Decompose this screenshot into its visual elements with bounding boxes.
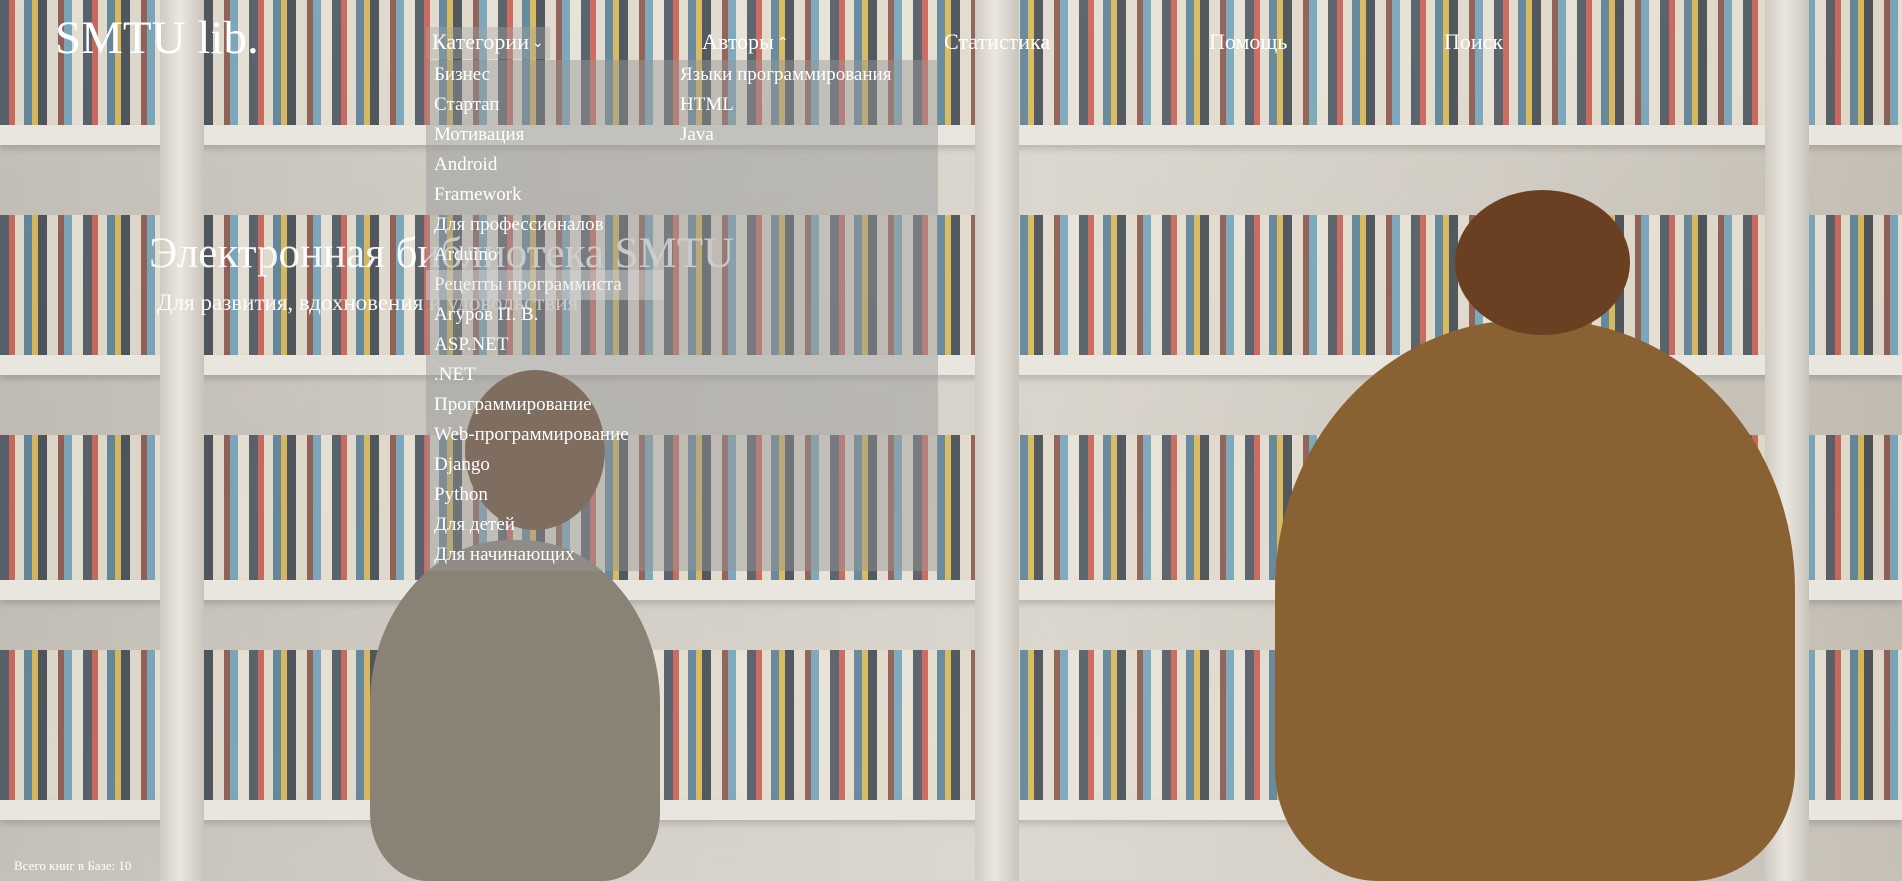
nav-categories[interactable]: Категории ⌄ (426, 27, 550, 59)
menu-item-category[interactable]: Для детей (426, 510, 664, 540)
menu-item-category[interactable]: Мотивация (426, 120, 664, 150)
categories-menu: Бизнес Стартап Мотивация Android Framewo… (426, 60, 664, 570)
menu-item-category[interactable]: Для начинающих (426, 540, 664, 570)
menu-item-category[interactable]: Агуров П. В. (426, 300, 664, 330)
menu-item-category[interactable]: .NET (426, 360, 664, 390)
chevron-up-icon: ⌃ (776, 36, 789, 51)
menu-item-category[interactable]: Бизнес (426, 60, 664, 90)
nav-dropdown-panel: Бизнес Стартап Мотивация Android Framewo… (426, 60, 938, 571)
menu-item-category[interactable]: Android (426, 150, 664, 180)
nav-statistics[interactable]: Статистика (944, 27, 1050, 57)
menu-item-author[interactable]: HTML (672, 90, 899, 120)
menu-item-category[interactable]: Arduino (426, 240, 664, 270)
menu-item-author[interactable]: Java (672, 120, 899, 150)
books-count: Всего книг в Базе: 10 (14, 858, 132, 873)
nav-authors-label: Авторы (702, 29, 774, 54)
shelf-pillar (160, 0, 204, 881)
nav-categories-label: Категории (432, 29, 529, 54)
shelf-board (0, 125, 1902, 145)
shelf-pillar (975, 0, 1019, 881)
menu-item-category[interactable]: Web-программирование (426, 420, 664, 450)
menu-item-category[interactable]: Программирование (426, 390, 664, 420)
nav-authors[interactable]: Авторы ⌃ (702, 27, 789, 59)
menu-item-category-hovered[interactable]: Рецепты программиста (426, 270, 664, 300)
menu-item-category[interactable]: Framework (426, 180, 664, 210)
nav-search[interactable]: Поиск (1444, 27, 1503, 57)
menu-item-category[interactable]: Python (426, 480, 664, 510)
nav-help[interactable]: Помощь (1209, 27, 1287, 57)
menu-item-category[interactable]: Стартап (426, 90, 664, 120)
person-right-head (1455, 190, 1630, 335)
person-right (1275, 320, 1795, 881)
menu-item-category[interactable]: Для профессионалов (426, 210, 664, 240)
background-photo (0, 0, 1902, 881)
site-logo[interactable]: SMTU lib. (55, 10, 259, 66)
menu-item-category[interactable]: ASP.NET (426, 330, 664, 360)
authors-menu: Языки программирования HTML Java (672, 60, 899, 150)
bookshelf-row (0, 0, 1902, 125)
menu-item-author[interactable]: Языки программирования (672, 60, 899, 90)
person-left (370, 540, 660, 881)
menu-item-category[interactable]: Django (426, 450, 664, 480)
chevron-down-icon: ⌄ (531, 36, 544, 51)
